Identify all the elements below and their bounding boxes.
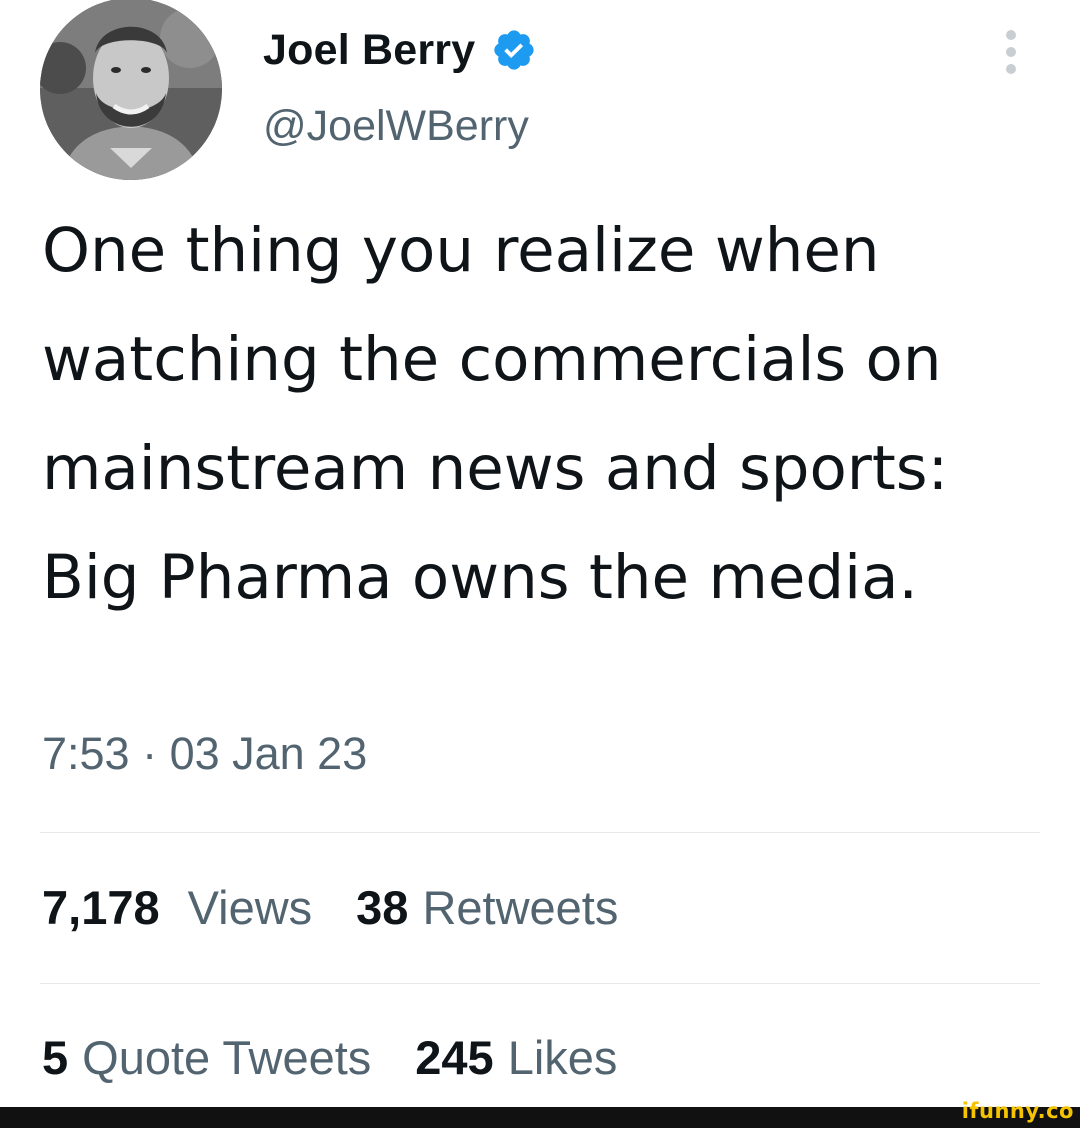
tweet-timestamp[interactable]: 7:53 · 03 Jan 23 <box>42 728 367 780</box>
likes-count: 245 <box>415 1031 494 1084</box>
verified-badge-icon <box>491 27 537 73</box>
watermark-bar: ifunny.co <box>0 1099 1080 1128</box>
author-handle[interactable]: @JoelWBerry <box>263 102 529 151</box>
author-name-row[interactable]: Joel Berry <box>263 20 537 80</box>
views-label: Views <box>187 881 313 934</box>
divider <box>40 983 1040 984</box>
divider <box>40 832 1040 833</box>
tweet-text: One thing you realize when watching the … <box>42 215 949 613</box>
quote-tweets-label: Quote Tweets <box>82 1031 372 1084</box>
author-display-name[interactable]: Joel Berry <box>263 26 475 75</box>
quote-tweets-count: 5 <box>42 1031 69 1084</box>
retweets-stat[interactable]: 38 Retweets <box>356 880 618 935</box>
retweets-count: 38 <box>356 881 409 934</box>
likes-stat[interactable]: 245 Likes <box>415 1030 617 1085</box>
profile-photo <box>40 0 222 180</box>
views-count: 7,178 <box>42 881 160 934</box>
views-stat[interactable]: 7,178 Views <box>42 880 312 935</box>
ifunny-watermark: ifunny.co <box>961 1099 1074 1123</box>
quote-tweets-stat[interactable]: 5 Quote Tweets <box>42 1030 371 1085</box>
avatar[interactable] <box>40 0 222 180</box>
stats-row-views-retweets: 7,178 Views 38 Retweets <box>42 880 618 935</box>
likes-label: Likes <box>507 1031 618 1084</box>
more-options-icon[interactable] <box>1000 30 1024 76</box>
retweets-label: Retweets <box>422 881 619 934</box>
stats-row-quotes-likes: 5 Quote Tweets 245 Likes <box>42 1030 617 1085</box>
